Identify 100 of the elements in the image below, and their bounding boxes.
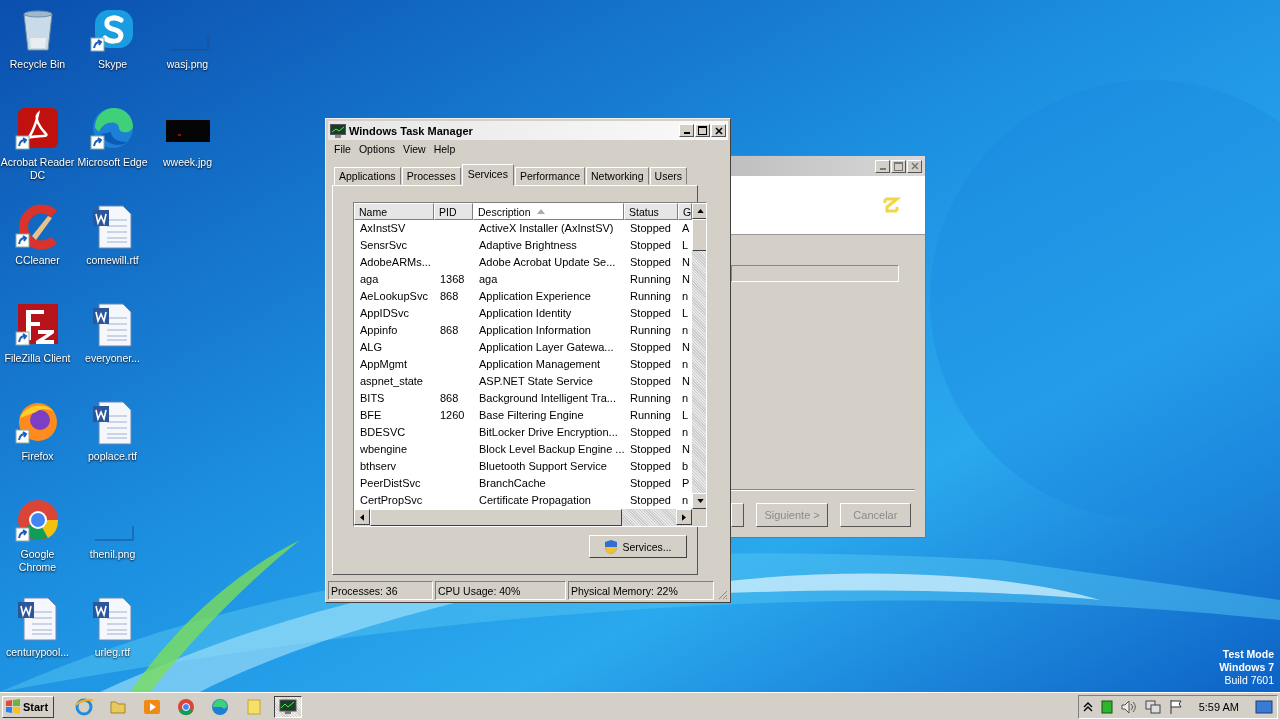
table-cell: Application Management [479, 358, 601, 370]
table-cell: Stopped [630, 358, 671, 370]
table-cell: BFE [360, 409, 382, 421]
network-icon[interactable] [1144, 698, 1161, 715]
battery-icon[interactable] [1100, 699, 1113, 714]
table-cell: Stopped [630, 426, 671, 438]
show-desktop-icon[interactable] [1255, 699, 1273, 714]
column-header[interactable]: PID [434, 203, 473, 220]
column-header[interactable]: Status [624, 203, 678, 220]
table-cell: Adobe Acrobat Update Se... [479, 256, 616, 268]
column-header[interactable]: G [678, 203, 692, 220]
table-cell: wbengine [360, 443, 408, 455]
input-field[interactable] [731, 265, 899, 282]
menu-item[interactable]: Options [356, 143, 402, 155]
table-cell: L [682, 409, 689, 421]
chrome-icon [176, 696, 196, 717]
table-cell: Stopped [630, 460, 671, 472]
table-cell: Stopped [630, 494, 671, 506]
icon-label: centurypool... [5, 646, 69, 659]
tab[interactable]: Services [461, 164, 514, 186]
table-cell: N [682, 256, 690, 268]
scroll-left-icon[interactable] [360, 513, 364, 521]
table-cell: AxInstSV [360, 222, 406, 234]
chevron-up-icon[interactable] [1082, 700, 1093, 713]
tab[interactable]: Processes [401, 167, 461, 185]
table-cell: AppMgmt [360, 358, 408, 370]
sort-arrow-icon [536, 209, 545, 214]
edge-icon [210, 696, 230, 717]
flag-icon[interactable] [1168, 698, 1183, 715]
os-notice-text: Test Mode [1222, 648, 1274, 661]
menu-item[interactable]: File [332, 143, 357, 155]
maximize-button[interactable] [891, 159, 906, 173]
scroll-down-icon[interactable] [696, 499, 704, 503]
vertical-scrollbar[interactable] [692, 203, 706, 509]
table-cell: Stopped [630, 222, 671, 234]
resize-grip-icon[interactable] [716, 588, 728, 600]
table-cell: CertPropSvc [360, 494, 423, 506]
speaker-icon[interactable] [1120, 699, 1137, 714]
table-cell: Running [630, 290, 671, 302]
table-cell: bthserv [360, 460, 397, 472]
tab[interactable]: Performance [514, 167, 586, 185]
table-cell: Application Layer Gatewa... [479, 341, 614, 353]
icon-label: Microsoft Edge [77, 156, 148, 169]
table-cell: AppIDSvc [360, 307, 409, 319]
shield-icon [604, 538, 619, 555]
table-cell: b [682, 460, 689, 472]
tab[interactable]: Applications [334, 167, 401, 185]
scroll-thumb[interactable] [692, 219, 706, 251]
icon-label: Recycle Bin [9, 58, 66, 71]
table-cell: Bluetooth Support Service [479, 460, 607, 472]
scroll-thumb[interactable] [370, 509, 622, 526]
table-cell: n [682, 358, 689, 370]
icon-label: Skype [97, 58, 128, 71]
icon-label: thenil.png [89, 548, 136, 561]
table-cell: 1368 [440, 273, 465, 285]
table-cell: Running [630, 324, 671, 336]
table-cell: L [682, 307, 689, 319]
services-button[interactable]: Services... [589, 535, 687, 558]
table-cell: ALG [360, 341, 382, 353]
tab[interactable]: Networking [586, 167, 649, 185]
table-cell: Stopped [630, 443, 671, 455]
minimize-button[interactable] [875, 159, 890, 173]
icon-label: poplace.rtf [88, 450, 137, 463]
table-cell: SensrSvc [360, 239, 408, 251]
table-cell: Block Level Backup Engine ... [479, 443, 625, 455]
table-cell: Stopped [630, 341, 671, 353]
icon-label: wasj.png [166, 58, 209, 71]
horizontal-scrollbar[interactable] [354, 509, 706, 526]
back-button[interactable] [731, 503, 745, 527]
table-cell: Application Experience [479, 290, 591, 302]
table-cell: Application Information [479, 324, 591, 336]
icon-label: comewill.rtf [86, 254, 139, 267]
table-cell: 1260 [440, 409, 465, 421]
table-cell: BitLocker Drive Encryption... [479, 426, 618, 438]
table-cell: Certificate Propagation [479, 494, 591, 506]
menu-item[interactable]: View [401, 143, 432, 155]
start-button[interactable]: Start [2, 695, 54, 718]
tab[interactable]: Users [649, 167, 687, 185]
menu-item[interactable]: Help [431, 143, 462, 155]
monitor-icon [330, 123, 346, 138]
close-button[interactable] [907, 159, 922, 173]
table-cell: BITS [360, 392, 385, 404]
table-cell: P [682, 477, 690, 489]
clock[interactable]: 5:59 AM [1198, 700, 1239, 713]
scroll-up-icon[interactable] [696, 209, 704, 213]
column-header[interactable]: Description [473, 203, 624, 220]
taskbar-app-button[interactable] [274, 695, 302, 718]
scroll-right-icon[interactable] [682, 513, 686, 521]
minimize-button[interactable] [679, 124, 694, 137]
maximize-button[interactable] [695, 124, 710, 137]
table-cell: Running [630, 392, 671, 404]
table-cell: 868 [440, 392, 459, 404]
table-cell: n [682, 392, 689, 404]
status-bar-field: Processes: 36 [328, 581, 433, 600]
table-cell: PeerDistSvc [360, 477, 421, 489]
table-cell: N [682, 341, 690, 353]
windows-logo-icon [5, 698, 21, 715]
table-cell: BranchCache [479, 477, 546, 489]
close-button[interactable] [711, 124, 726, 137]
column-header[interactable]: Name [354, 203, 434, 220]
